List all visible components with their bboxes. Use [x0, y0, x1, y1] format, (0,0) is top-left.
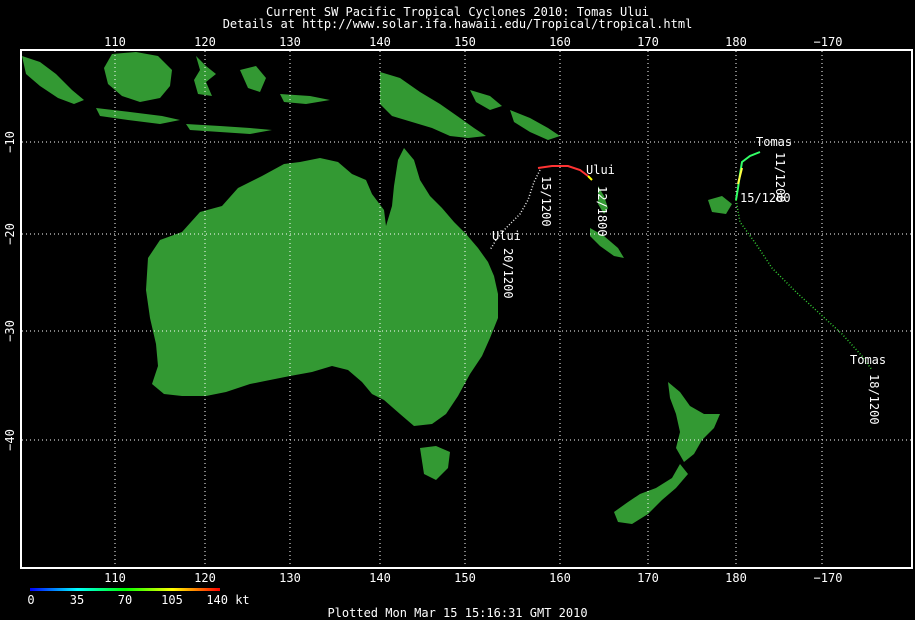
lon-label: 150	[454, 35, 476, 49]
lon-label: 150	[454, 571, 476, 585]
ului-name-label: Ului	[586, 163, 615, 177]
lon-label: 110	[104, 571, 126, 585]
legend-tick: 105	[161, 593, 183, 607]
lon-label: 140	[369, 35, 391, 49]
lon-label: 170	[637, 571, 659, 585]
lon-label: 160	[549, 35, 571, 49]
lat-labels: −10 −20 −30 −40	[3, 131, 17, 451]
lon-label: 180	[725, 571, 747, 585]
lon-label: 180	[725, 35, 747, 49]
lon-labels-top: 110 120 130 140 150 160 170 180 −170	[104, 35, 842, 49]
lon-label: 170	[637, 35, 659, 49]
lon-label: 110	[104, 35, 126, 49]
legend-tick: 70	[118, 593, 132, 607]
intensity-color-bar	[30, 588, 220, 591]
lon-label: 140	[369, 571, 391, 585]
legend-tick: 140 kt	[206, 593, 249, 607]
plotted-timestamp: Plotted Mon Mar 15 15:16:31 GMT 2010	[327, 606, 588, 620]
lon-label: 130	[279, 571, 301, 585]
ului-time-label: 15/1200	[539, 176, 553, 227]
lon-label: −170	[814, 35, 843, 49]
ului-name-label-2: Ului	[492, 229, 521, 243]
legend-tick: 0	[27, 593, 34, 607]
tomas-time-label: 15/1200	[740, 191, 791, 205]
legend-tick: 35	[70, 593, 84, 607]
tomas-name-label: Tomas	[756, 135, 792, 149]
ului-time-label: 12/1800	[595, 186, 609, 237]
ului-time-label: 20/1200	[501, 248, 515, 299]
lat-label: −10	[3, 131, 17, 153]
lon-label: 120	[194, 35, 216, 49]
legend-ticks: 0 35 70 105 140 kt	[27, 593, 249, 607]
lon-label: 160	[549, 571, 571, 585]
lat-label: −30	[3, 320, 17, 342]
lon-label: 120	[194, 571, 216, 585]
lon-labels-bottom: 110 120 130 140 150 160 170 180 −170	[104, 571, 842, 585]
lon-label: 130	[279, 35, 301, 49]
lat-label: −20	[3, 223, 17, 245]
lat-label: −40	[3, 429, 17, 451]
tomas-time-label: 18/1200	[867, 374, 881, 425]
tomas-name-label-2: Tomas	[850, 353, 886, 367]
lon-label: −170	[814, 571, 843, 585]
cyclone-map: 110 120 130 140 150 160 170 180 −170 110…	[3, 35, 913, 607]
